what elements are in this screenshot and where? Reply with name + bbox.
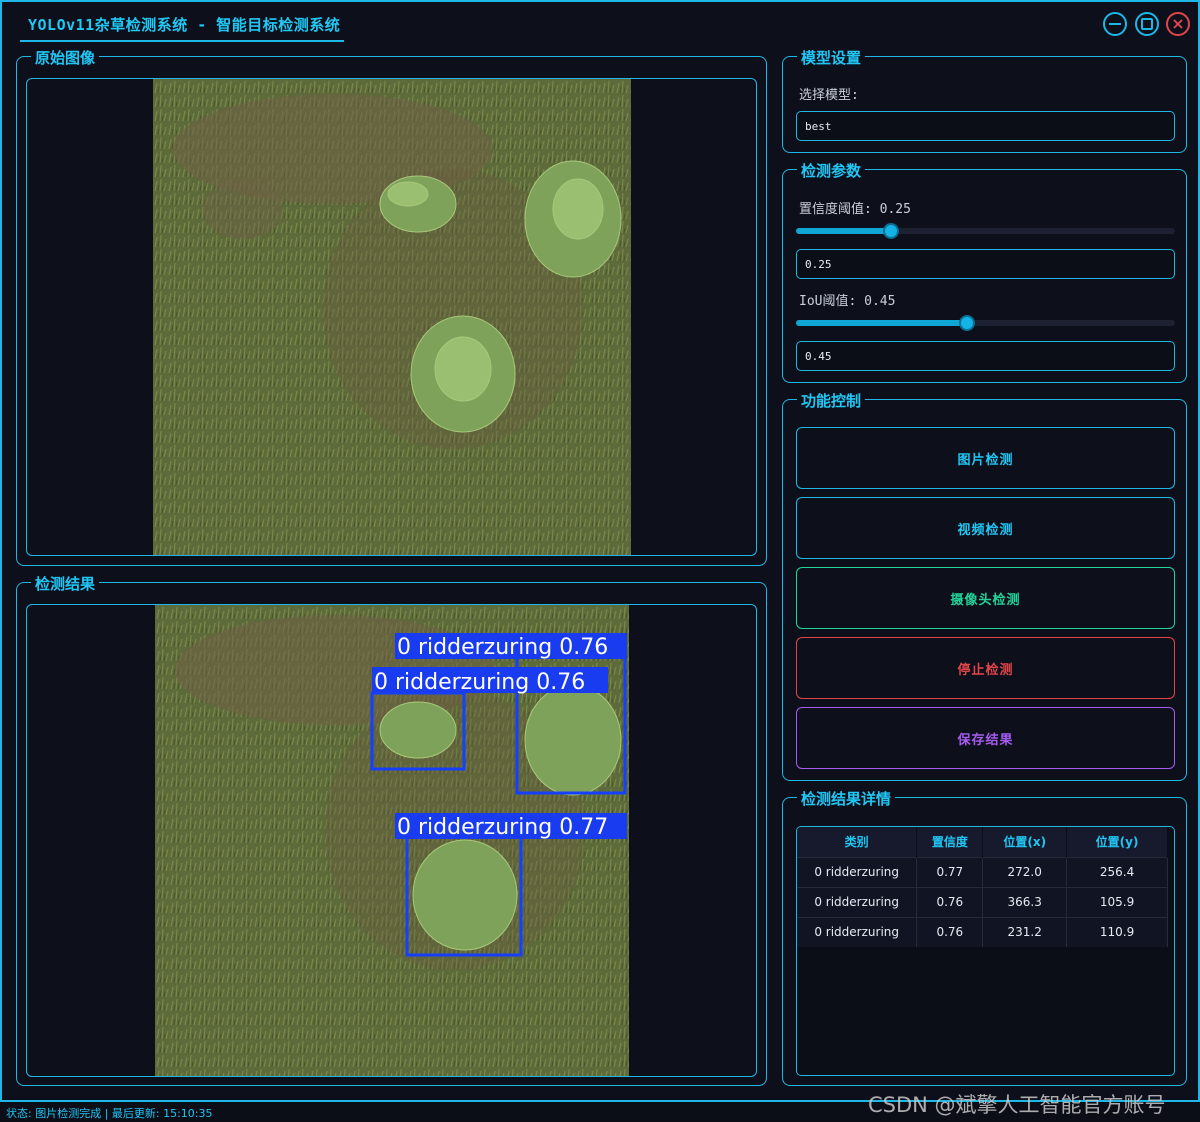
title-bar: YOLOv11杂草检测系统 - 智能目标检测系统 × (2, 2, 1198, 44)
cell-x: 272.0 (982, 856, 1068, 887)
title-underline (20, 40, 344, 42)
iou-slider-handle[interactable] (959, 315, 975, 331)
results-detail-title: 检测结果详情 (797, 788, 896, 809)
weed-plant-3 (410, 315, 516, 433)
confidence-label: 置信度阈值: 0.25 (799, 202, 911, 217)
close-icon: × (1171, 14, 1185, 33)
maximize-button[interactable] (1135, 12, 1159, 36)
model-select[interactable]: best (796, 111, 1175, 141)
save-results-button[interactable]: 保存结果 (796, 707, 1175, 769)
column-header-x[interactable]: 位置(x) (982, 827, 1068, 857)
stop-detect-button[interactable]: 停止检测 (796, 637, 1175, 699)
iou-input[interactable]: 0.45 (796, 341, 1175, 371)
model-settings-group: 模型设置 选择模型: best (782, 47, 1187, 153)
iou-slider-fill (796, 320, 967, 326)
result-image: 0 ridderzuring 0.76 0 ridderzuring 0.76 … (155, 605, 629, 1076)
detection-params-title: 检测参数 (797, 160, 866, 181)
table-row[interactable]: 0 ridderzuring 0.76 366.3 105.9 (797, 886, 1168, 917)
cell-x: 366.3 (982, 886, 1068, 917)
confidence-slider-fill (796, 228, 891, 234)
app-window: YOLOv11杂草检测系统 - 智能目标检测系统 × 原始图像 检测结果 0 r… (0, 0, 1200, 1122)
cell-class: 0 ridderzuring (797, 916, 918, 947)
detection-result-title: 检测结果 (31, 573, 100, 594)
detection-result-group: 检测结果 0 ridderzuring 0.76 0 ridderzuring … (16, 573, 767, 1086)
confidence-input[interactable]: 0.25 (796, 249, 1175, 279)
weed-plant-2 (524, 160, 622, 278)
model-select-label: 选择模型: (799, 88, 859, 103)
maximize-icon (1141, 18, 1153, 30)
status-text: 状态: 图片检测完成 | 最后更新: 15:10:35 (6, 1107, 213, 1120)
minimize-button[interactable] (1103, 12, 1127, 36)
cell-y: 105.9 (1066, 886, 1168, 917)
cell-confidence: 0.77 (916, 856, 984, 887)
cell-y: 256.4 (1066, 856, 1168, 887)
column-header-y[interactable]: 位置(y) (1066, 827, 1168, 857)
image-detect-button[interactable]: 图片检测 (796, 427, 1175, 489)
table-row[interactable]: 0 ridderzuring 0.76 231.2 110.9 (797, 916, 1168, 947)
model-settings-title: 模型设置 (797, 47, 866, 68)
bbox-label-1: 0 ridderzuring 0.76 (397, 635, 608, 660)
function-control-title: 功能控制 (797, 390, 866, 411)
cell-confidence: 0.76 (916, 886, 984, 917)
original-image-group: 原始图像 (16, 47, 767, 566)
original-image-frame (26, 78, 757, 556)
column-header-class[interactable]: 类别 (797, 827, 918, 857)
cell-class: 0 ridderzuring (797, 886, 918, 917)
column-header-confidence[interactable]: 置信度 (916, 827, 984, 857)
results-table: 类别 置信度 位置(x) 位置(y) 0 ridderzuring 0.77 2… (797, 827, 1168, 947)
iou-slider[interactable] (796, 315, 1175, 331)
video-detect-button[interactable]: 视频检测 (796, 497, 1175, 559)
weed-plant-1 (379, 175, 457, 233)
confidence-slider-handle[interactable] (883, 223, 899, 239)
original-image (153, 79, 631, 555)
original-image-title: 原始图像 (31, 47, 100, 68)
result-image-frame: 0 ridderzuring 0.76 0 ridderzuring 0.76 … (26, 604, 757, 1077)
bbox-label-2: 0 ridderzuring 0.76 (374, 670, 585, 695)
cell-y: 110.9 (1066, 916, 1168, 947)
cell-x: 231.2 (982, 916, 1068, 947)
minimize-icon (1109, 23, 1121, 25)
function-control-group: 功能控制 图片检测 视频检测 摄像头检测 停止检测 保存结果 (782, 390, 1187, 781)
table-row[interactable]: 0 ridderzuring 0.77 272.0 256.4 (797, 856, 1168, 887)
app-title: YOLOv11杂草检测系统 - 智能目标检测系统 (28, 16, 341, 34)
iou-label: IoU阈值: 0.45 (799, 294, 896, 309)
confidence-slider[interactable] (796, 223, 1175, 239)
cell-class: 0 ridderzuring (797, 856, 918, 887)
cell-confidence: 0.76 (916, 916, 984, 947)
bbox-label-3: 0 ridderzuring 0.77 (397, 815, 608, 840)
results-detail-group: 检测结果详情 类别 置信度 位置(x) 位置(y) 0 ridderzuring… (782, 788, 1187, 1086)
results-table-container: 类别 置信度 位置(x) 位置(y) 0 ridderzuring 0.77 2… (796, 826, 1175, 1076)
camera-detect-button[interactable]: 摄像头检测 (796, 567, 1175, 629)
close-button[interactable]: × (1166, 12, 1190, 36)
detection-params-group: 检测参数 置信度阈值: 0.25 0.25 IoU阈值: 0.45 0.45 (782, 160, 1187, 383)
table-header-row: 类别 置信度 位置(x) 位置(y) (797, 827, 1168, 857)
watermark: CSDN @斌擎人工智能官方账号 (868, 1093, 1166, 1117)
